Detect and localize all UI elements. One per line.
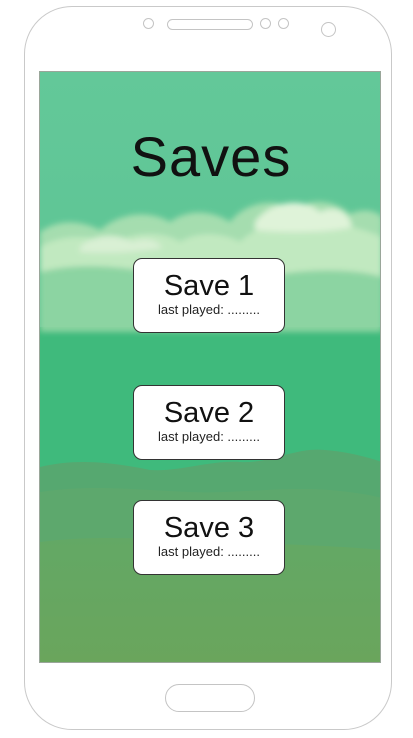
- home-button[interactable]: [165, 684, 255, 712]
- save-slot-2-button[interactable]: Save 2 last played: .........: [133, 385, 285, 460]
- last-played-text: last played: .........: [158, 302, 260, 317]
- sensor-dot: [260, 18, 271, 29]
- save-slot-1-button[interactable]: Save 1 last played: .........: [133, 258, 285, 333]
- page-title: Saves: [130, 125, 292, 188]
- front-camera-icon: [321, 22, 336, 37]
- last-played-text: last played: .........: [158, 429, 260, 444]
- last-played-text: last played: .........: [158, 544, 260, 559]
- sensor-dot: [143, 18, 154, 29]
- sensor-dot: [278, 18, 289, 29]
- app-screen: Saves Save 1 last played: ......... Save…: [39, 71, 381, 663]
- save-slot-3-button[interactable]: Save 3 last played: .........: [133, 500, 285, 575]
- save-slot-label: Save 1: [163, 270, 255, 302]
- save-slot-label: Save 3: [163, 512, 255, 544]
- earpiece-speaker: [167, 19, 253, 30]
- save-slot-label: Save 2: [163, 397, 255, 429]
